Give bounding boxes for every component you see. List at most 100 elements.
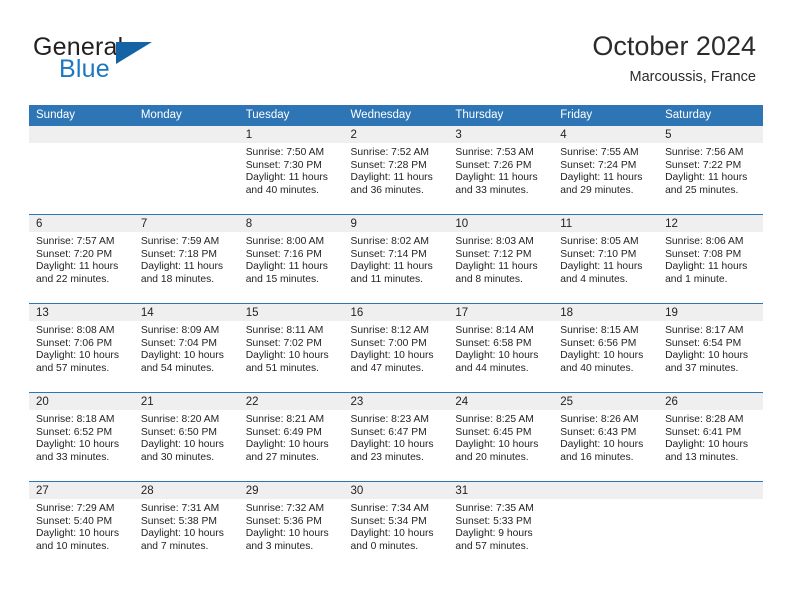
day-number-band: 2 xyxy=(343,126,449,143)
calendar-day-cell[interactable]: 23 Sunrise: 8:23 AM Sunset: 6:47 PM Dayligh… xyxy=(343,392,449,482)
sunrise-time: Sunrise: 8:00 AM xyxy=(245,236,325,247)
calendar-day-cell[interactable]: 9 Sunrise: 8:02 AM Sunset: 7:14 PM Daylight… xyxy=(343,214,449,304)
day-details: Sunrise: 7:55 AM Sunset: 7:24 PM Daylight:… xyxy=(553,143,658,197)
daylight-duration-line1: Daylight: 10 hours xyxy=(455,439,539,451)
sunset-time: Sunset: 6:50 PM xyxy=(140,426,217,438)
sunrise-time: Sunrise: 7:50 AM xyxy=(245,147,325,158)
calendar-day-cell[interactable]: 3 Sunrise: 7:53 AM Sunset: 7:26 PM Daylight… xyxy=(448,126,554,215)
day-number-band: 30 xyxy=(343,482,449,499)
day-cell-inner: 18 Sunrise: 8:15 AM Sunset: 6:56 PM Dayligh… xyxy=(553,304,659,392)
calendar-day-cell[interactable]: 1 Sunrise: 7:50 AM Sunset: 7:30 PM Daylight… xyxy=(238,126,344,215)
day-number-band: 11 xyxy=(553,215,659,232)
sunrise-time: Sunrise: 8:17 AM xyxy=(665,325,744,336)
day-number xyxy=(553,482,658,484)
day-details: Sunrise: 8:25 AM Sunset: 6:45 PM Daylight:… xyxy=(448,410,553,464)
calendar-day-cell[interactable]: 12 Sunrise: 8:06 AM Sunset: 7:08 PM Dayligh… xyxy=(658,214,763,304)
calendar-day-cell[interactable]: 11 Sunrise: 8:05 AM Sunset: 7:10 PM Dayligh… xyxy=(553,214,659,304)
daylight-duration-line1: Daylight: 10 hours xyxy=(560,439,644,451)
calendar-day-cell[interactable]: 22 Sunrise: 8:21 AM Sunset: 6:49 PM Dayligh… xyxy=(238,392,344,482)
daylight-duration-line1: Daylight: 11 hours xyxy=(455,172,538,184)
sunset-time: Sunset: 7:28 PM xyxy=(350,159,427,171)
day-number: 8 xyxy=(245,218,253,230)
sunrise-time: Sunrise: 8:14 AM xyxy=(455,325,534,336)
calendar-grid: Sunday Monday Tuesday Wednesday Thursday… xyxy=(29,105,763,570)
sunrise-time: Sunrise: 7:52 AM xyxy=(350,147,429,158)
calendar-day-cell[interactable]: 30 Sunrise: 7:34 AM Sunset: 5:34 PM Dayligh… xyxy=(343,481,449,570)
calendar-day-cell[interactable]: 25 Sunrise: 8:26 AM Sunset: 6:43 PM Dayligh… xyxy=(553,392,659,482)
page-header: General Blue October 2024 Marcoussis, Fr… xyxy=(0,0,792,104)
day-cell-inner: 25 Sunrise: 8:26 AM Sunset: 6:43 PM Dayligh… xyxy=(553,393,659,481)
calendar-day-cell[interactable]: 17 Sunrise: 8:14 AM Sunset: 6:58 PM Dayligh… xyxy=(448,303,554,393)
calendar-day-cell[interactable]: 13 Sunrise: 8:08 AM Sunset: 7:06 PM Dayligh… xyxy=(29,303,134,393)
calendar-day-cell[interactable]: 27 Sunrise: 7:29 AM Sunset: 5:40 PM Dayligh… xyxy=(29,481,134,570)
day-number-band: 7 xyxy=(133,215,239,232)
day-number: 6 xyxy=(36,218,43,230)
daylight-duration-line1: Daylight: 11 hours xyxy=(560,261,643,273)
sunset-time: Sunset: 7:22 PM xyxy=(665,159,742,171)
day-details: Sunrise: 7:52 AM Sunset: 7:28 PM Daylight:… xyxy=(344,143,449,197)
day-number-band: 3 xyxy=(448,126,554,143)
calendar-day-cell[interactable]: 26 Sunrise: 8:28 AM Sunset: 6:41 PM Dayligh… xyxy=(658,392,763,482)
calendar-day-cell[interactable]: 18 Sunrise: 8:15 AM Sunset: 6:56 PM Dayligh… xyxy=(553,303,659,393)
daylight-duration-line2: and 40 minutes. xyxy=(560,362,634,374)
daylight-duration-line2: and 40 minutes. xyxy=(245,184,319,196)
day-number: 26 xyxy=(665,396,678,408)
day-number: 28 xyxy=(140,485,154,497)
daylight-duration-line2: and 10 minutes. xyxy=(36,540,110,552)
day-number: 14 xyxy=(140,307,154,319)
calendar-day-cell[interactable]: 15 Sunrise: 8:11 AM Sunset: 7:02 PM Dayligh… xyxy=(238,303,344,393)
calendar-week-row: 6 Sunrise: 7:57 AM Sunset: 7:20 PM Daylight… xyxy=(29,214,763,304)
calendar-day-cell[interactable]: 31 Sunrise: 7:35 AM Sunset: 5:33 PM Dayligh… xyxy=(448,481,554,570)
calendar-day-cell[interactable]: 6 Sunrise: 7:57 AM Sunset: 7:20 PM Daylight… xyxy=(29,214,134,304)
sunset-time: Sunset: 5:33 PM xyxy=(455,515,532,527)
day-details: Sunrise: 7:56 AM Sunset: 7:22 PM Daylight:… xyxy=(658,143,763,197)
daylight-duration-line2: and 27 minutes. xyxy=(245,451,319,463)
day-number-band: 8 xyxy=(238,215,344,232)
daylight-duration-line2: and 51 minutes. xyxy=(245,362,319,374)
day-number-band: 18 xyxy=(553,304,659,321)
general-blue-logo[interactable]: General Blue xyxy=(33,33,263,85)
calendar-week-row: 13 Sunrise: 8:08 AM Sunset: 7:06 PM Dayligh… xyxy=(29,303,763,393)
page-subtitle-location: Marcoussis, France xyxy=(629,69,756,85)
day-cell-inner: 2 Sunrise: 7:52 AM Sunset: 7:28 PM Daylight… xyxy=(343,126,449,214)
daylight-duration-line1: Daylight: 10 hours xyxy=(665,350,749,362)
day-number-band: 15 xyxy=(238,304,344,321)
day-number: 7 xyxy=(140,218,148,230)
day-cell-inner: 28 Sunrise: 7:31 AM Sunset: 5:38 PM Dayligh… xyxy=(133,482,239,570)
calendar-day-cell[interactable]: 28 Sunrise: 7:31 AM Sunset: 5:38 PM Dayligh… xyxy=(133,481,239,570)
calendar-day-cell[interactable]: 2 Sunrise: 7:52 AM Sunset: 7:28 PM Daylight… xyxy=(343,126,449,215)
day-number: 10 xyxy=(455,218,469,230)
day-cell-inner xyxy=(29,126,134,214)
calendar-day-cell[interactable]: 5 Sunrise: 7:56 AM Sunset: 7:22 PM Daylight… xyxy=(658,126,763,215)
day-cell-inner: 6 Sunrise: 7:57 AM Sunset: 7:20 PM Daylight… xyxy=(29,215,134,303)
sunrise-time: Sunrise: 8:23 AM xyxy=(350,414,429,425)
calendar-day-cell[interactable]: 24 Sunrise: 8:25 AM Sunset: 6:45 PM Dayligh… xyxy=(448,392,554,482)
calendar-day-cell[interactable]: 21 Sunrise: 8:20 AM Sunset: 6:50 PM Dayligh… xyxy=(133,392,239,482)
day-cell-inner: 7 Sunrise: 7:59 AM Sunset: 7:18 PM Daylight… xyxy=(133,215,239,303)
calendar-day-cell[interactable]: 4 Sunrise: 7:55 AM Sunset: 7:24 PM Daylight… xyxy=(553,126,659,215)
day-cell-inner: 14 Sunrise: 8:09 AM Sunset: 7:04 PM Dayligh… xyxy=(133,304,239,392)
calendar-day-cell[interactable]: 10 Sunrise: 8:03 AM Sunset: 7:12 PM Dayligh… xyxy=(448,214,554,304)
calendar-day-cell[interactable]: 8 Sunrise: 8:00 AM Sunset: 7:16 PM Daylight… xyxy=(238,214,344,304)
day-details: Sunrise: 7:53 AM Sunset: 7:26 PM Daylight:… xyxy=(448,143,553,197)
calendar-day-cell[interactable]: 14 Sunrise: 8:09 AM Sunset: 7:04 PM Dayligh… xyxy=(133,303,239,393)
sunrise-time: Sunrise: 7:59 AM xyxy=(140,236,220,247)
sunset-time: Sunset: 7:12 PM xyxy=(455,248,532,260)
daylight-duration-line1: Daylight: 10 hours xyxy=(665,439,749,451)
sunrise-time: Sunrise: 8:21 AM xyxy=(245,414,325,425)
calendar-day-cell[interactable]: 7 Sunrise: 7:59 AM Sunset: 7:18 PM Daylight… xyxy=(133,214,239,304)
day-details xyxy=(658,499,763,503)
day-details: Sunrise: 7:29 AM Sunset: 5:40 PM Daylight:… xyxy=(29,499,134,553)
calendar-day-cell[interactable]: 29 Sunrise: 7:32 AM Sunset: 5:36 PM Dayligh… xyxy=(238,481,344,570)
calendar-day-cell[interactable]: 19 Sunrise: 8:17 AM Sunset: 6:54 PM Dayligh… xyxy=(658,303,763,393)
daylight-duration-line2: and 7 minutes. xyxy=(140,540,209,552)
day-details: Sunrise: 7:34 AM Sunset: 5:34 PM Daylight:… xyxy=(344,499,449,553)
daylight-duration-line2: and 25 minutes. xyxy=(665,184,739,196)
day-number-band: 24 xyxy=(448,393,554,410)
day-details: Sunrise: 8:18 AM Sunset: 6:52 PM Daylight:… xyxy=(29,410,134,464)
day-cell-inner: 13 Sunrise: 8:08 AM Sunset: 7:06 PM Dayligh… xyxy=(29,304,134,392)
calendar-day-cell[interactable]: 16 Sunrise: 8:12 AM Sunset: 7:00 PM Dayligh… xyxy=(343,303,449,393)
day-cell-inner: 21 Sunrise: 8:20 AM Sunset: 6:50 PM Dayligh… xyxy=(133,393,239,481)
daylight-duration-line1: Daylight: 11 hours xyxy=(350,172,433,184)
calendar-day-cell[interactable]: 20 Sunrise: 8:18 AM Sunset: 6:52 PM Dayligh… xyxy=(29,392,134,482)
